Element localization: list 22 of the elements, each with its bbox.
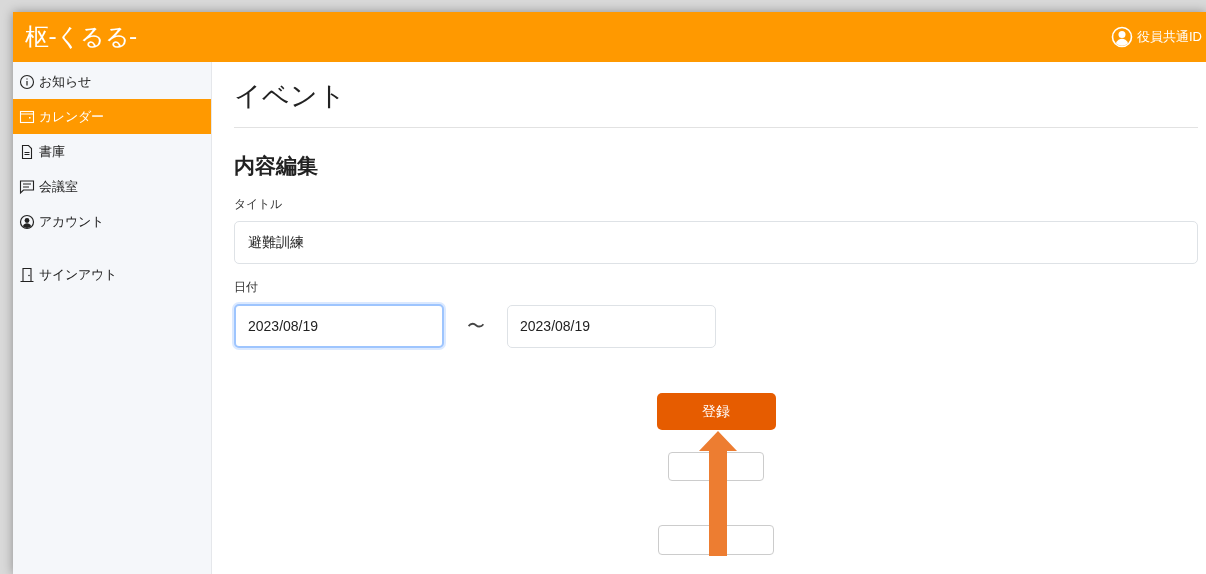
field-label: 日付 <box>234 279 259 296</box>
door-icon <box>19 266 35 283</box>
info-icon <box>19 73 35 90</box>
sidebar-item[interactable]: サインアウト <box>13 257 211 292</box>
date-field[interactable]: 2023/08/19 <box>234 304 444 348</box>
chat-icon <box>19 178 35 195</box>
sidebar-item[interactable]: 書庫 <box>13 134 211 169</box>
sidebar-item[interactable]: お知らせ <box>13 64 211 99</box>
register-button[interactable]: 登録 <box>656 393 776 430</box>
sidebar-item[interactable]: アカウント <box>13 204 211 239</box>
calendar-icon <box>19 108 35 125</box>
user-icon[interactable] <box>1111 26 1133 48</box>
sidebar-item[interactable]: 会議室 <box>13 169 211 204</box>
range-separator: 〜 <box>465 314 486 338</box>
document-icon <box>19 143 35 160</box>
arrow-icon <box>698 431 738 556</box>
field-label: タイトル <box>234 196 283 213</box>
section-title: 内容編集 <box>234 152 319 179</box>
title-field[interactable]: 避難訓練 <box>234 221 1198 264</box>
page-title: イベント <box>234 76 1198 128</box>
user-icon <box>19 213 35 230</box>
date-field[interactable]: 2023/08/19 <box>507 304 716 348</box>
